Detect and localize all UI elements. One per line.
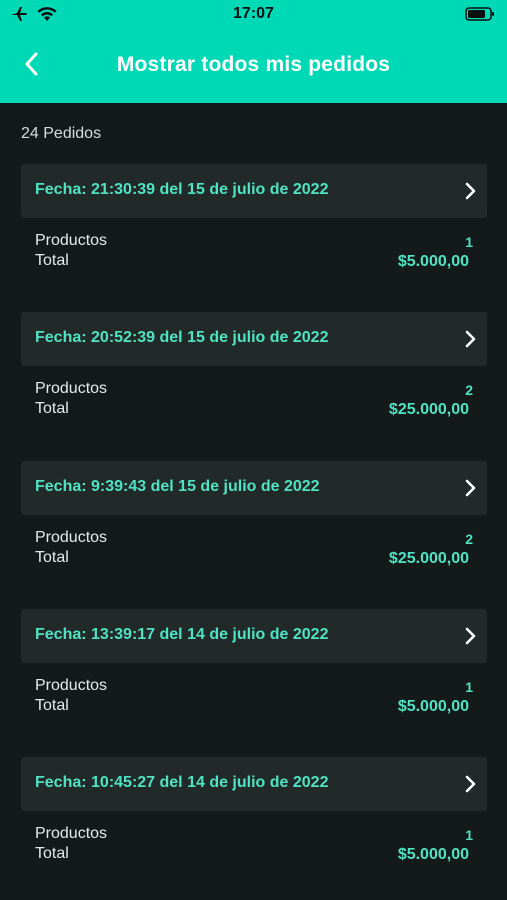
app-header: 17:07 Mostrar todos mis pedidos [0,0,507,103]
products-label: Productos [35,825,108,842]
total-label: Total [35,845,69,862]
chevron-right-icon [463,478,477,498]
order-card: Fecha: 9:39:43 del 15 de julio de 2022 P… [21,461,487,567]
order-header[interactable]: Fecha: 13:39:17 del 14 de julio de 2022 [21,609,487,663]
chevron-right-icon [463,329,477,349]
order-total: $25.000,00 [388,401,469,418]
products-count: 1 [465,679,473,695]
orders-count: 24 Pedidos [21,125,102,142]
status-bar: 17:07 [0,0,507,30]
order-date: Fecha: 20:52:39 del 15 de julio de 2022 [35,329,329,346]
order-card: Fecha: 20:52:39 del 15 de julio de 2022 … [21,312,487,418]
order-date: Fecha: 9:39:43 del 15 de julio de 2022 [35,478,320,495]
page-title: Mostrar todos mis pedidos [116,53,391,76]
chevron-right-icon [463,626,477,646]
order-card: Fecha: 21:30:39 del 15 de julio de 2022 … [21,164,487,270]
orders-list: 24 Pedidos Fecha: 21:30:39 del 15 de jul… [0,103,507,900]
nav-bar: Mostrar todos mis pedidos [0,30,507,103]
chevron-right-icon [463,181,477,201]
chevron-right-icon [463,774,477,794]
total-label: Total [35,549,69,566]
order-header[interactable]: Fecha: 20:52:39 del 15 de julio de 2022 [21,312,487,366]
order-card: Fecha: 13:39:17 del 14 de julio de 2022 … [21,609,487,715]
order-date: Fecha: 10:45:27 del 14 de julio de 2022 [35,774,329,791]
products-label: Productos [35,232,108,249]
order-total: $5.000,00 [397,698,469,715]
order-total: $5.000,00 [397,846,469,863]
order-date: Fecha: 21:30:39 del 15 de julio de 2022 [35,181,329,198]
products-label: Productos [35,529,108,546]
total-label: Total [35,697,69,714]
products-count: 2 [465,382,473,398]
order-date: Fecha: 13:39:17 del 14 de julio de 2022 [35,626,329,643]
order-header[interactable]: Fecha: 9:39:43 del 15 de julio de 2022 [21,461,487,515]
battery-icon [465,6,495,27]
order-card: Fecha: 10:45:27 del 14 de julio de 2022 … [21,757,487,863]
status-time: 17:07 [233,5,274,22]
products-label: Productos [35,380,108,397]
products-count: 1 [465,827,473,843]
order-total: $25.000,00 [388,550,469,567]
order-header[interactable]: Fecha: 10:45:27 del 14 de julio de 2022 [21,757,487,811]
order-header[interactable]: Fecha: 21:30:39 del 15 de julio de 2022 [21,164,487,218]
order-total: $5.000,00 [397,253,469,270]
products-count: 2 [465,531,473,547]
products-label: Productos [35,677,108,694]
total-label: Total [35,252,69,269]
products-count: 1 [465,234,473,250]
total-label: Total [35,400,69,417]
